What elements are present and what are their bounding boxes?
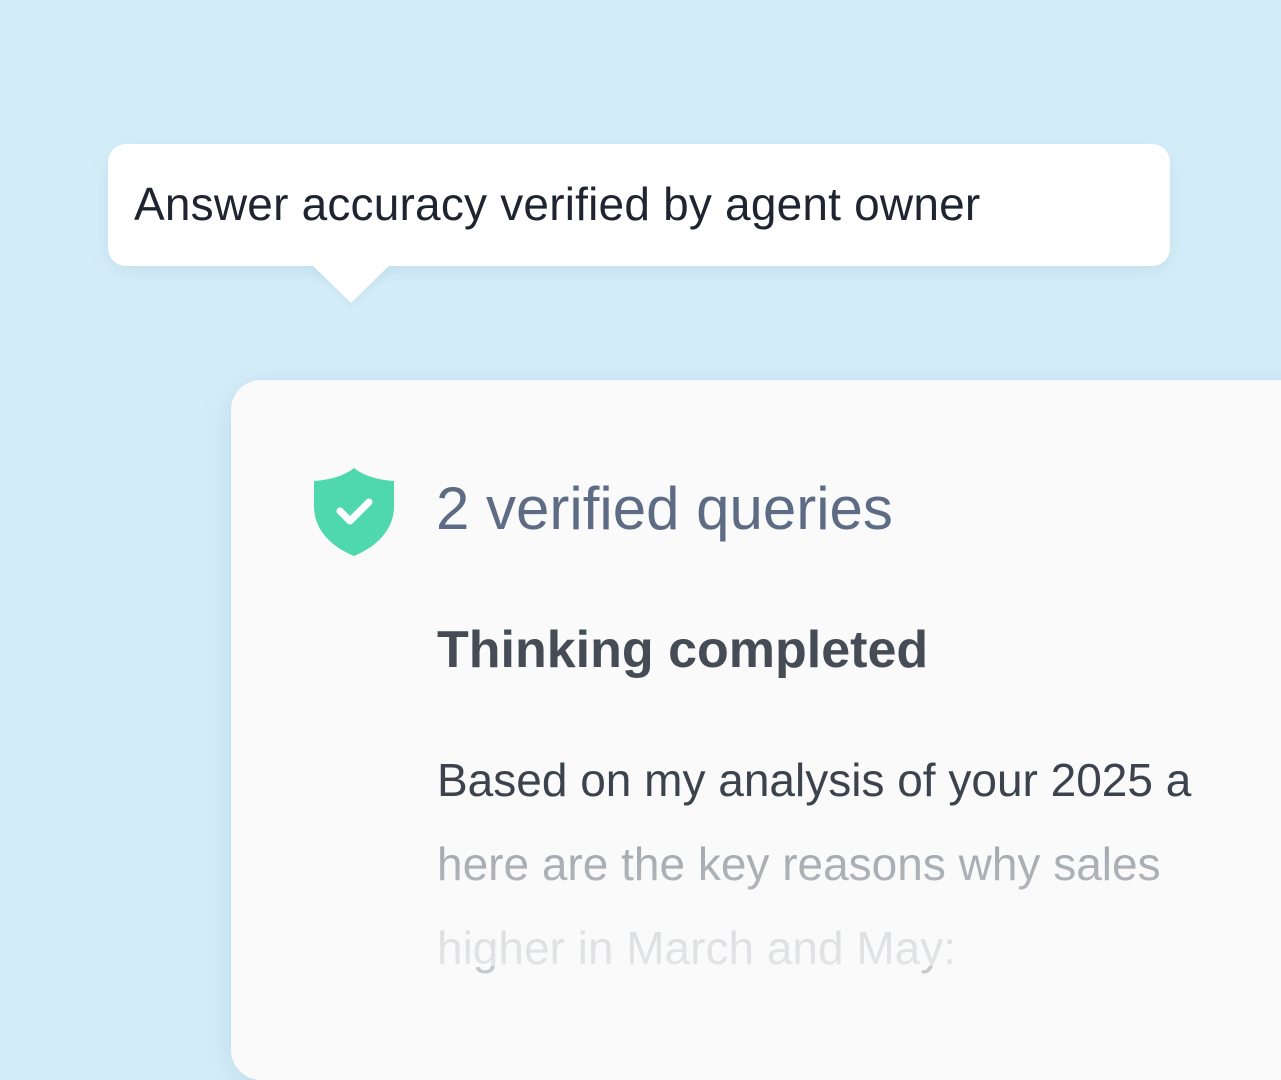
answer-text-line: here are the key reasons why sales (437, 838, 1161, 890)
verified-queries-label[interactable]: 2 verified queries (436, 474, 893, 544)
answer-text-line: higher in March and May: (437, 922, 957, 974)
shield-check-icon[interactable] (312, 466, 396, 558)
verification-tooltip: Answer accuracy verified by agent owner (108, 144, 1170, 266)
tooltip-text: Answer accuracy verified by agent owner (134, 178, 981, 230)
tooltip-arrow (310, 263, 392, 303)
answer-text-line: Based on my analysis of your 2025 a (437, 754, 1192, 806)
thinking-status-heading: Thinking completed (437, 621, 929, 679)
